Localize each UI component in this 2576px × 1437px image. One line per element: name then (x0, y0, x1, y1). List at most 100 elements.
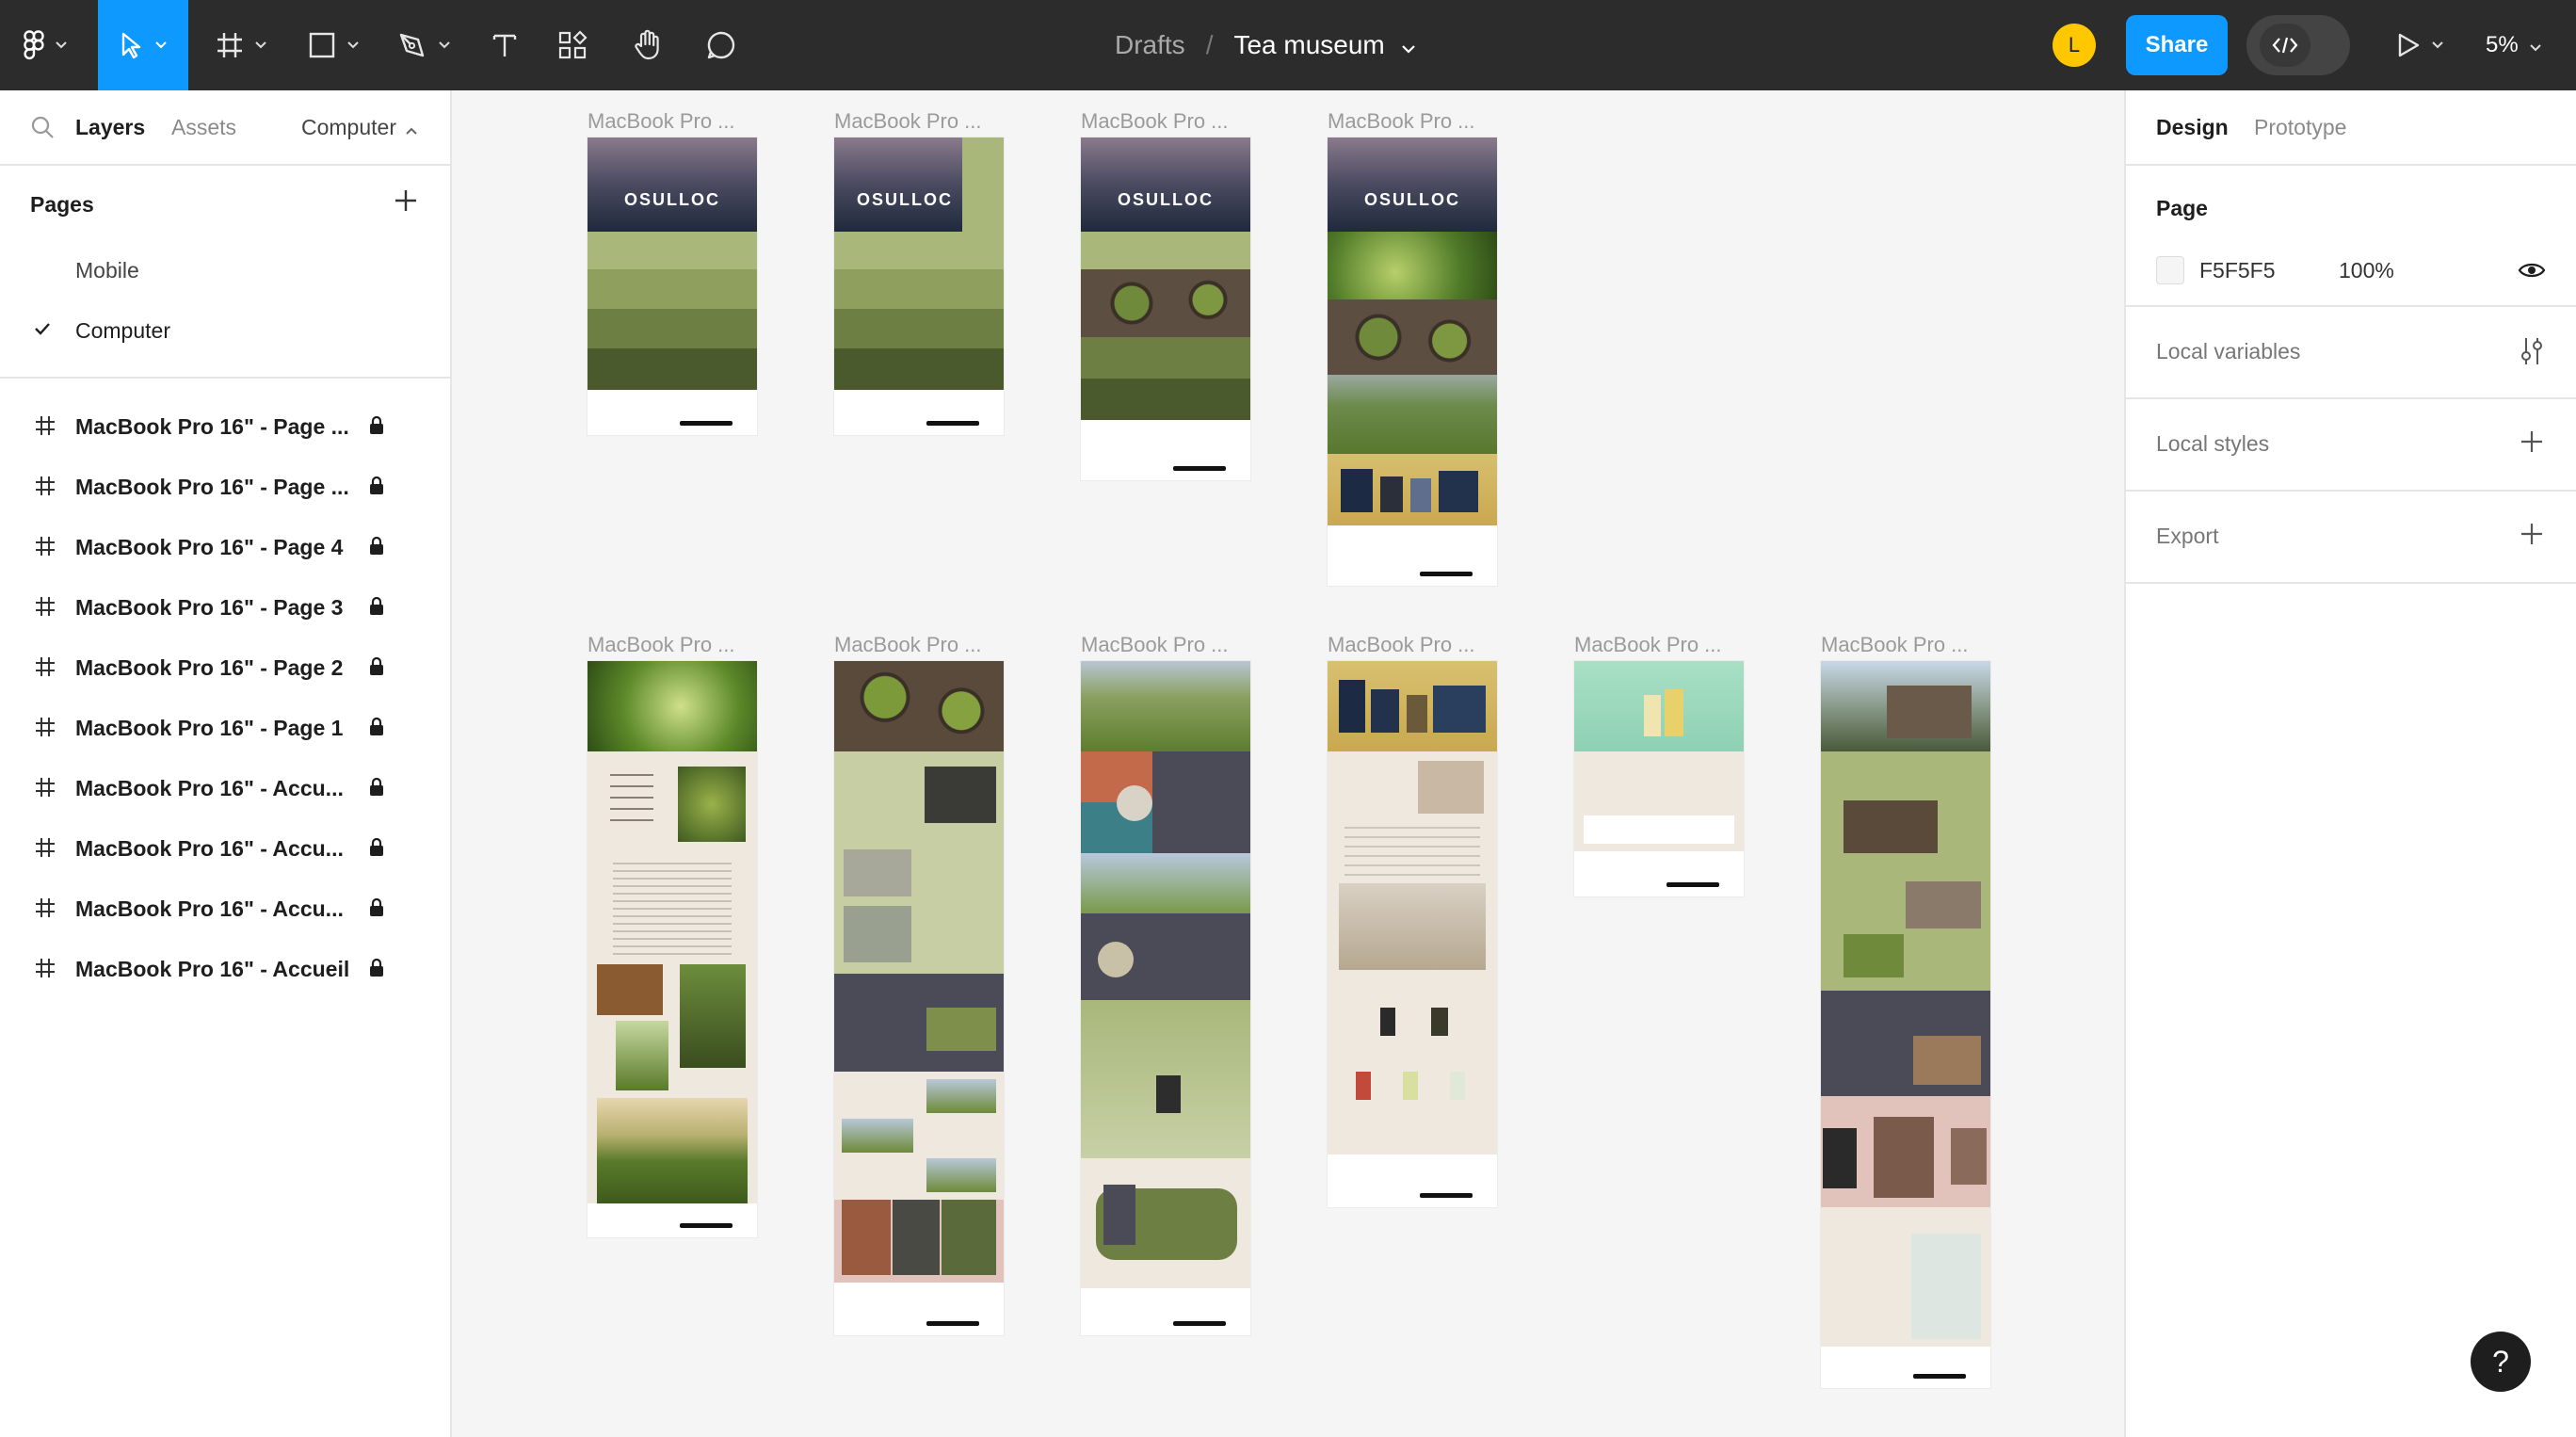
frame-label[interactable]: MacBook Pro ... (1328, 633, 1475, 657)
desktop-frame[interactable] (1081, 661, 1250, 1335)
desktop-frame[interactable] (1574, 661, 1744, 896)
share-button[interactable]: Share (2126, 15, 2228, 75)
footer-block (834, 1283, 1004, 1335)
layer-name: MacBook Pro 16" - Accu... (75, 836, 344, 861)
mobile-frame[interactable]: OSULLOC (588, 137, 757, 435)
design-canvas[interactable]: MacBook Pro ... MacBook Pro ... MacBook … (454, 90, 2122, 1437)
tab-layers[interactable]: Layers (75, 115, 145, 140)
lock-icon[interactable] (367, 836, 386, 864)
layer-row[interactable]: MacBook Pro 16" - Accu... (0, 880, 450, 940)
main-menu-button[interactable] (0, 0, 90, 90)
frame-label[interactable]: MacBook Pro ... (1081, 633, 1229, 657)
mobile-frame[interactable]: OSULLOC (1328, 137, 1497, 586)
layer-row[interactable]: MacBook Pro 16" - Page 3 (0, 578, 450, 638)
local-styles-section[interactable]: Local styles (2126, 399, 2576, 492)
text-tool-button[interactable] (475, 0, 535, 90)
history-photo (893, 1200, 940, 1275)
frame-label[interactable]: MacBook Pro ... (1821, 633, 1969, 657)
product-box (1439, 471, 1478, 512)
local-variables-section[interactable]: Local variables (2126, 307, 2576, 399)
product-image (1403, 1072, 1418, 1100)
pen-icon (397, 30, 427, 60)
lock-icon[interactable] (367, 896, 386, 925)
page-item-mobile[interactable]: Mobile (0, 241, 450, 301)
page-color-opacity[interactable]: 100% (2339, 258, 2394, 283)
layer-row[interactable]: MacBook Pro 16" - Accu... (0, 819, 450, 880)
layer-row[interactable]: MacBook Pro 16" - Page 2 (0, 638, 450, 699)
footer-block (1574, 851, 1744, 896)
frame-label[interactable]: MacBook Pro ... (1328, 109, 1475, 134)
frame-label[interactable]: MacBook Pro ... (588, 633, 735, 657)
layer-name: MacBook Pro 16" - Accu... (75, 896, 344, 921)
lock-icon[interactable] (367, 957, 386, 985)
breadcrumb-drafts-link[interactable]: Drafts (1115, 30, 1185, 60)
tab-assets[interactable]: Assets (171, 115, 236, 140)
chevron-down-icon[interactable] (1401, 30, 1415, 60)
frame-hash-icon (34, 776, 56, 804)
footer-block (1328, 525, 1497, 586)
frame-label[interactable]: MacBook Pro ... (834, 633, 982, 657)
footer-bar (1420, 1193, 1473, 1198)
desktop-frame[interactable] (1821, 661, 1990, 1388)
plus-icon[interactable] (2518, 428, 2546, 460)
lock-icon[interactable] (367, 716, 386, 744)
zoom-menu[interactable]: 5% (2486, 0, 2541, 90)
layer-row[interactable]: MacBook Pro 16" - Page 4 (0, 518, 450, 578)
footer-bar (1420, 572, 1473, 576)
page-section-title: Page (2156, 196, 2208, 220)
export-section[interactable]: Export (2126, 492, 2576, 584)
plus-icon[interactable] (2518, 520, 2546, 553)
sprout-image (616, 1021, 668, 1090)
frame-label[interactable]: MacBook Pro ... (588, 109, 735, 134)
mobile-frame[interactable]: OSULLOC (1081, 137, 1250, 480)
frame-tool-button[interactable] (203, 0, 279, 90)
lock-icon[interactable] (367, 595, 386, 623)
pen-tool-button[interactable] (386, 0, 461, 90)
layer-row[interactable]: MacBook Pro 16" - Page ... (0, 397, 450, 458)
add-page-plus-icon[interactable] (392, 186, 420, 219)
lock-icon[interactable] (367, 535, 386, 563)
eye-icon[interactable] (2518, 256, 2546, 289)
sliders-icon[interactable] (2518, 335, 2546, 372)
file-name-title[interactable]: Tea museum (1233, 30, 1384, 60)
text-paragraphs (588, 857, 757, 955)
layer-row[interactable]: MacBook Pro 16" - Page ... (0, 458, 450, 518)
comment-tool-button[interactable] (691, 0, 751, 90)
lock-icon[interactable] (367, 414, 386, 443)
product-image (1380, 1008, 1395, 1036)
file-breadcrumb: Drafts / Tea museum (1115, 0, 1415, 90)
lock-icon[interactable] (367, 655, 386, 684)
frame-label[interactable]: MacBook Pro ... (1081, 109, 1229, 134)
resources-tool-button[interactable] (542, 0, 603, 90)
frame-label[interactable]: MacBook Pro ... (1574, 633, 1722, 657)
lock-icon[interactable] (367, 475, 386, 503)
shape-tool-button[interactable] (296, 0, 371, 90)
layer-row[interactable]: MacBook Pro 16" - Page 1 (0, 699, 450, 759)
menu-item-block (588, 348, 757, 390)
desktop-frame[interactable] (588, 661, 757, 1237)
right-panel-tabs: Design Prototype (2126, 90, 2576, 166)
page-item-computer[interactable]: Computer (0, 301, 450, 362)
move-tool-button[interactable] (98, 0, 188, 90)
page-color-hex[interactable]: F5F5F5 (2199, 258, 2276, 283)
tab-design[interactable]: Design (2156, 115, 2229, 140)
desktop-frame[interactable] (1328, 661, 1497, 1207)
hand-tool-button[interactable] (618, 0, 678, 90)
left-panel-tabs: Layers Assets Computer (0, 90, 450, 166)
page-color-swatch[interactable] (2156, 256, 2184, 284)
user-avatar[interactable]: L (2053, 24, 2096, 67)
current-page-select[interactable]: Computer (301, 115, 417, 140)
help-button[interactable]: ? (2471, 1332, 2531, 1392)
lock-icon[interactable] (367, 776, 386, 804)
present-button[interactable] (2382, 0, 2457, 90)
tab-prototype[interactable]: Prototype (2254, 115, 2346, 140)
mobile-frame[interactable]: OSULLOC (834, 137, 1004, 435)
visit-section (1821, 1207, 1990, 1347)
layer-row[interactable]: MacBook Pro 16" - Accueil (0, 940, 450, 1000)
search-icon[interactable] (30, 115, 55, 144)
dev-mode-toggle[interactable] (2246, 15, 2350, 75)
layer-name: MacBook Pro 16" - Page 1 (75, 716, 344, 740)
layer-row[interactable]: MacBook Pro 16" - Accu... (0, 759, 450, 819)
desktop-frame[interactable] (834, 661, 1004, 1335)
frame-label[interactable]: MacBook Pro ... (834, 109, 982, 134)
